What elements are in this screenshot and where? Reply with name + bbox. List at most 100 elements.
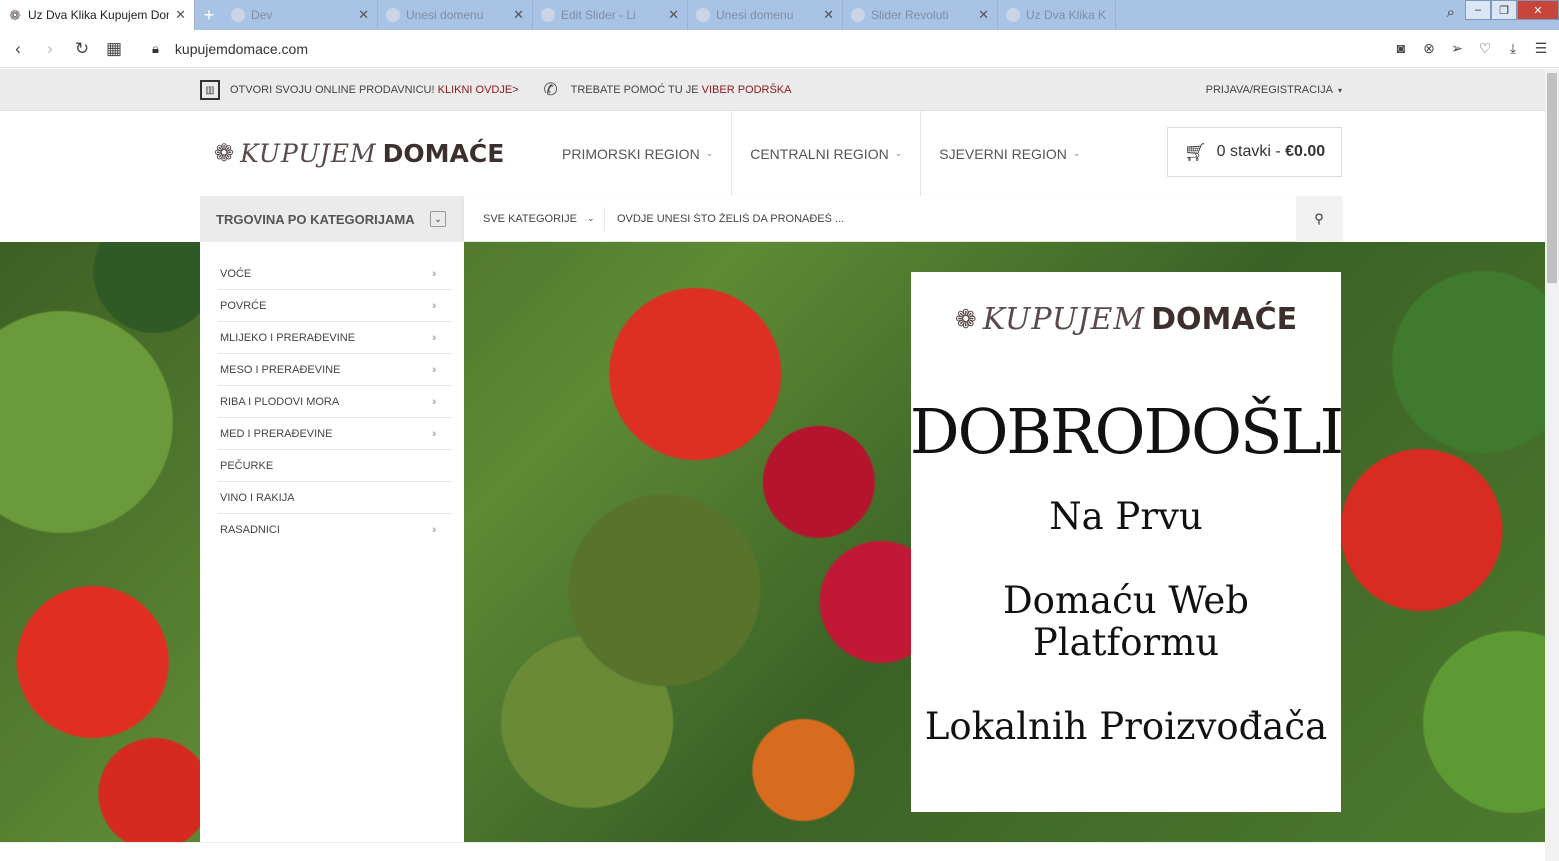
browser-tab-2[interactable]: Unesi domenu ✕ <box>378 0 533 30</box>
tab-favicon-icon <box>231 8 245 22</box>
scrollbar-thumb[interactable] <box>1547 73 1557 283</box>
page-bottom-strip <box>0 842 1545 861</box>
shop-by-category-label: TRGOVINA PO KATEGORIJAMA <box>216 211 415 227</box>
category-label: MED I PRERAĐEVINE <box>220 427 333 440</box>
chevron-right-icon: › <box>432 395 436 408</box>
address-bar: ‹ › ↻ ▦ 🔒︎ kupujemdomace.com ◙ ⊗ ➢ ♡ ⤓ ☰ <box>0 30 1559 68</box>
browser-toolbar: ◙ ⊗ ➢ ♡ ⤓ ☰ <box>1393 40 1549 57</box>
browser-tab-0[interactable]: ❁ Uz Dva Klika Kupujem Domaće ✕ <box>0 0 195 30</box>
welcome-logo: ❁ KUPUJEM DOMAĆE <box>955 302 1297 337</box>
shop-by-category-toggle[interactable]: TRGOVINA PO KATEGORIJAMA ⌄ <box>200 196 464 242</box>
forward-icon[interactable]: › <box>34 39 66 59</box>
viber-support-link[interactable]: VIBER PODRŠKA <box>702 84 792 96</box>
chevron-down-icon: ⌄ <box>894 148 903 158</box>
download-icon[interactable]: ⤓ <box>1505 40 1521 57</box>
tab-title: Unesi domenu <box>406 8 484 22</box>
tab-title: Slider Revoluti <box>871 8 949 22</box>
chevron-down-icon: ▾ <box>1337 85 1342 95</box>
nav-sjeverni-region[interactable]: SJEVERNI REGION ⌄ <box>921 111 1098 196</box>
logo-text-kupujem: KUPUJEM <box>240 139 377 168</box>
category-label: VOĆE <box>220 267 252 280</box>
top-bar: ▥ OTVORI SVOJU ONLINE PRODAVNICU! KLIKNI… <box>0 69 1545 111</box>
search-input[interactable] <box>605 212 1296 225</box>
nav-primorski-region[interactable]: PRIMORSKI REGION ⌄ <box>544 111 733 196</box>
new-tab-button[interactable]: + <box>195 0 223 30</box>
send-icon[interactable]: ➢ <box>1449 40 1465 57</box>
browser-tab-5[interactable]: Slider Revoluti ✕ <box>843 0 998 30</box>
restore-button[interactable]: ❐ <box>1491 0 1517 20</box>
open-shop-text: OTVORI SVOJU ONLINE PRODAVNICU! <box>230 84 438 96</box>
category-label: MESO I PRERAĐEVINE <box>220 363 341 376</box>
flower-logo-icon: ❁ <box>954 304 977 334</box>
welcome-line-1: Na Prvu <box>1049 495 1203 538</box>
chevron-down-icon: ⌄ <box>1072 148 1081 158</box>
tab-title: Unesi domenu <box>716 8 794 22</box>
menu-icon[interactable]: ☰ <box>1533 40 1549 57</box>
category-label: PEČURKE <box>220 459 274 472</box>
speed-dial-icon[interactable]: ▦ <box>98 39 130 59</box>
category-item-rasadnici[interactable]: RASADNICI › <box>218 514 452 546</box>
cart-total: €0.00 <box>1285 143 1326 160</box>
close-icon[interactable]: ✕ <box>513 7 524 23</box>
adblock-icon[interactable]: ⊗ <box>1421 40 1437 57</box>
login-register-link[interactable]: PRIJAVA/REGISTRACIJA ▾ <box>1206 84 1342 96</box>
store-icon: ▥ <box>200 80 220 100</box>
browser-tab-6[interactable]: Uz Dva Klika K <box>998 0 1116 30</box>
category-label: POVRĆE <box>220 299 267 312</box>
site-header: ❁ KUPUJEM DOMAĆE PRIMORSKI REGION ⌄ CENT… <box>200 111 1342 196</box>
category-item-vino[interactable]: VINO I RAKIJA <box>218 482 452 514</box>
category-item-med[interactable]: MED I PRERAĐEVINE › <box>218 418 452 450</box>
logo-text-domace: DOMAĆE <box>382 139 505 168</box>
minimize-button[interactable]: – <box>1465 0 1491 20</box>
browser-tab-strip: ❁ Uz Dva Klika Kupujem Domaće ✕ + Dev ✕ U… <box>0 0 1559 30</box>
close-icon[interactable]: ✕ <box>978 7 989 23</box>
window-controls: – ❐ ✕ <box>1465 0 1559 22</box>
close-icon[interactable]: ✕ <box>823 7 834 23</box>
heart-icon[interactable]: ♡ <box>1477 40 1493 57</box>
tab-favicon-icon <box>696 8 710 22</box>
browser-tab-1[interactable]: Dev ✕ <box>223 0 378 30</box>
back-icon[interactable]: ‹ <box>2 39 34 59</box>
tab-title: Dev <box>251 8 273 22</box>
lock-icon: 🔒︎ <box>152 40 159 56</box>
tab-favicon-icon <box>386 8 400 22</box>
category-item-mlijeko[interactable]: MLIJEKO I PRERAĐEVINE › <box>218 322 452 354</box>
search-button[interactable]: ⚲ <box>1296 195 1342 242</box>
open-shop-promo: ▥ OTVORI SVOJU ONLINE PRODAVNICU! KLIKNI… <box>200 80 519 100</box>
help-promo: ✆ TREBATE POMOĆ TU JE VIBER PODRŠKA <box>541 80 792 100</box>
category-item-voce[interactable]: VOĆE › <box>218 258 452 290</box>
search-form: SVE KATEGORIJE ⌄ ⚲ <box>464 195 1342 242</box>
category-item-pecurke[interactable]: PEČURKE <box>218 450 452 482</box>
tab-title: Uz Dva Klika K <box>1026 8 1107 22</box>
reload-icon[interactable]: ↻ <box>66 39 98 59</box>
search-category-select[interactable]: SVE KATEGORIJE ⌄ <box>464 206 605 231</box>
category-item-meso[interactable]: MESO I PRERAĐEVINE › <box>218 354 452 386</box>
close-icon[interactable]: ✕ <box>358 7 369 23</box>
hero-slider[interactable]: VOĆE › POVRĆE › MLIJEKO I PRERAĐEVINE › MES… <box>0 242 1545 842</box>
tab-search-icon[interactable]: ⌕ <box>1447 4 1455 21</box>
page-scrollbar[interactable] <box>1545 69 1559 861</box>
chevron-right-icon: › <box>432 299 436 312</box>
close-icon[interactable]: ✕ <box>175 7 186 23</box>
category-menu: VOĆE › POVRĆE › MLIJEKO I PRERAĐEVINE › MES… <box>200 242 464 842</box>
camera-icon[interactable]: ◙ <box>1393 40 1409 57</box>
site-logo[interactable]: ❁ KUPUJEM DOMAĆE <box>214 139 544 168</box>
region-label: CENTRALNI REGION <box>750 145 889 162</box>
category-item-povrce[interactable]: POVRĆE › <box>218 290 452 322</box>
browser-tab-3[interactable]: Edit Slider - Li ✕ <box>533 0 688 30</box>
open-shop-link[interactable]: KLIKNI OVDJE> <box>438 84 519 96</box>
category-item-riba[interactable]: RIBA I PLODOVI MORA › <box>218 386 452 418</box>
close-icon[interactable]: ✕ <box>668 7 679 23</box>
nav-centralni-region[interactable]: CENTRALNI REGION ⌄ <box>732 111 922 196</box>
tab-title: Uz Dva Klika Kupujem Domaće <box>28 8 169 22</box>
cart-count: 0 stavki - <box>1216 143 1286 160</box>
browser-tab-4[interactable]: Unesi domenu ✕ <box>688 0 843 30</box>
url-field[interactable]: 🔒︎ kupujemdomace.com <box>152 41 308 57</box>
close-window-button[interactable]: ✕ <box>1517 0 1559 20</box>
cart-button[interactable]: 🛒︎ 0 stavki - €0.00 <box>1167 127 1342 177</box>
logo-text-domace: DOMAĆE <box>1151 302 1298 337</box>
welcome-box: ❁ KUPUJEM DOMAĆE DOBRODOŠLI Na Prvu Doma… <box>910 272 1344 812</box>
category-search-bar: TRGOVINA PO KATEGORIJAMA ⌄ SVE KATEGORIJ… <box>200 195 1342 242</box>
category-label: RIBA I PLODOVI MORA <box>220 395 340 408</box>
chevron-right-icon: › <box>432 427 436 440</box>
